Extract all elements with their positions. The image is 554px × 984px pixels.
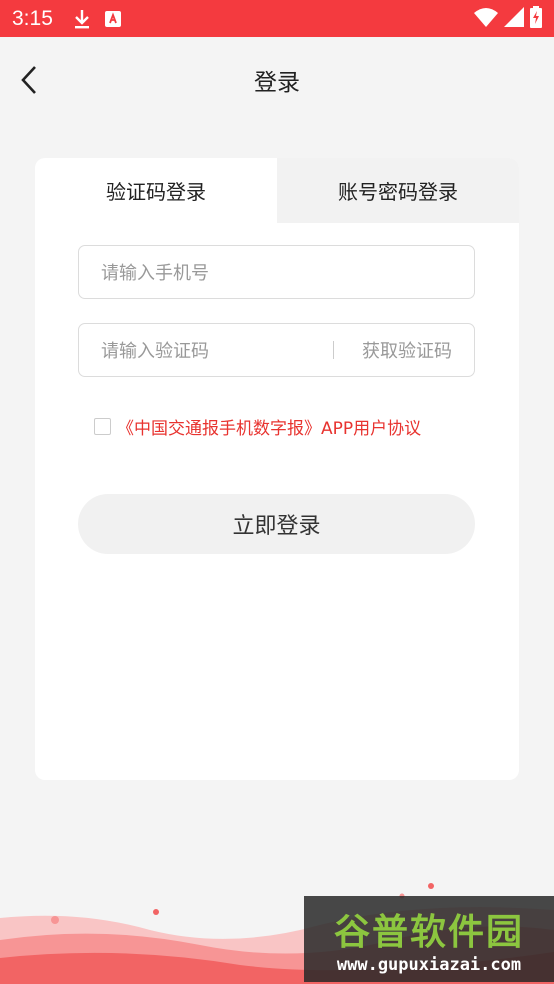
signal-icon: [504, 6, 524, 31]
phone-input[interactable]: 请输入手机号: [78, 245, 475, 299]
watermark-url: www.gupuxiazai.com: [336, 955, 522, 975]
tab-sms-login-label: 验证码登录: [106, 180, 206, 204]
watermark: 谷普软件园 www.gupuxiazai.com: [304, 896, 554, 982]
login-button[interactable]: 立即登录: [78, 494, 475, 554]
accessibility-app-icon: [104, 10, 121, 27]
status-right-icons: [474, 5, 542, 32]
get-code-button[interactable]: 获取验证码: [362, 337, 452, 363]
agreement-checkbox[interactable]: [94, 418, 111, 435]
verification-code-input[interactable]: 请输入验证码: [101, 337, 333, 363]
divider: [333, 341, 334, 359]
tab-sms-login[interactable]: 验证码登录: [35, 158, 277, 223]
login-card: 验证码登录 账号密码登录 请输入手机号 请输入验证码 获取验证码 《中国交通报手…: [35, 158, 519, 780]
phone-placeholder: 请输入手机号: [101, 263, 209, 284]
battery-charging-icon: [530, 5, 542, 32]
agreement: 《中国交通报手机数字报》APP用户协议: [94, 414, 421, 439]
wifi-icon: [474, 7, 498, 31]
status-time: 3:15: [12, 6, 53, 30]
header: 登录: [0, 37, 554, 123]
tab-password-login[interactable]: 账号密码登录: [277, 158, 519, 223]
code-field: 请输入验证码 获取验证码: [78, 323, 475, 377]
login-tabs: 验证码登录 账号密码登录: [35, 158, 519, 223]
download-icon: [73, 9, 91, 29]
page-title: 登录: [254, 70, 300, 96]
watermark-logo: 谷普软件园: [333, 912, 524, 953]
back-button[interactable]: [14, 63, 44, 97]
tab-password-login-label: 账号密码登录: [338, 180, 458, 204]
agreement-link[interactable]: 《中国交通报手机数字报》APP用户协议: [117, 414, 421, 439]
status-bar: 3:15: [0, 0, 554, 37]
chevron-left-icon: [21, 66, 36, 94]
